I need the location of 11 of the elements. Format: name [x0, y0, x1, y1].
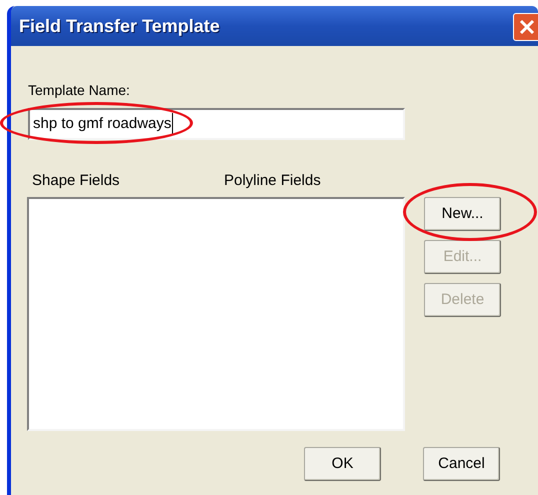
dialog-button[interactable]: OK	[304, 447, 381, 481]
dialog-button[interactable]: Cancel	[423, 447, 500, 481]
field-label: Template Name:	[28, 81, 130, 100]
window-title: Field Transfer Template	[19, 14, 220, 38]
close-button[interactable]	[513, 13, 538, 41]
column-label: Shape Fields	[32, 171, 120, 191]
close-icon	[519, 19, 535, 35]
fields-list[interactable]	[27, 197, 405, 431]
dialog-button[interactable]: New...	[424, 197, 501, 231]
column-label: Polyline Fields	[224, 171, 321, 191]
template-name-field[interactable]: shp to gmf roadways	[28, 108, 405, 140]
